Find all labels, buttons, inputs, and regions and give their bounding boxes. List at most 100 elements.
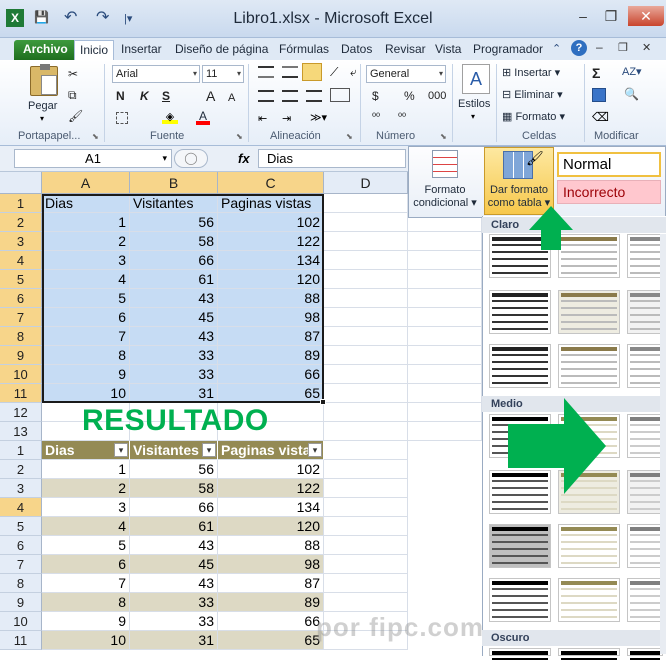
- table-style-swatch[interactable]: [558, 524, 620, 568]
- close-button[interactable]: ✕: [628, 6, 664, 26]
- cell[interactable]: 31: [130, 631, 218, 650]
- cell[interactable]: [324, 517, 408, 536]
- cell[interactable]: [324, 460, 408, 479]
- table-style-swatch[interactable]: [627, 524, 663, 568]
- cell[interactable]: [324, 536, 408, 555]
- cell[interactable]: 8: [42, 346, 130, 365]
- tab-archivo[interactable]: Archivo: [14, 40, 77, 60]
- fill-handle[interactable]: [320, 399, 326, 405]
- cell[interactable]: 58: [130, 232, 218, 251]
- table-style-swatch[interactable]: [627, 414, 663, 458]
- row-header[interactable]: 2: [0, 213, 42, 232]
- gallery-scrollbar[interactable]: [660, 234, 666, 654]
- column-header-b[interactable]: B: [130, 172, 218, 194]
- cell[interactable]: [324, 327, 408, 346]
- cell[interactable]: 45: [130, 555, 218, 574]
- cell[interactable]: Paginas vistas: [218, 194, 324, 213]
- align-top-icon[interactable]: [258, 66, 274, 78]
- cell[interactable]: [324, 498, 408, 517]
- cell[interactable]: 88: [218, 289, 324, 308]
- cell[interactable]: 5: [42, 536, 130, 555]
- cell[interactable]: 88: [218, 536, 324, 555]
- sort-filter-icon[interactable]: AZ▾: [622, 65, 642, 78]
- percent-button[interactable]: %: [404, 88, 415, 104]
- cell[interactable]: [324, 555, 408, 574]
- filter-dropdown-icon[interactable]: ▾: [114, 443, 128, 457]
- table-style-swatch[interactable]: [489, 524, 551, 568]
- tab-programador[interactable]: Programador: [468, 40, 548, 60]
- cell[interactable]: [324, 213, 408, 232]
- cell[interactable]: [324, 251, 408, 270]
- row-header[interactable]: 13: [0, 422, 42, 441]
- autosum-button[interactable]: Σ: [592, 65, 600, 81]
- copy-icon[interactable]: ⧉: [68, 87, 77, 103]
- cell[interactable]: 7: [42, 327, 130, 346]
- row-header[interactable]: 3: [0, 232, 42, 251]
- table-style-swatch[interactable]: [627, 290, 663, 334]
- row-header[interactable]: 10: [0, 612, 42, 631]
- cell[interactable]: 122: [218, 232, 324, 251]
- cell[interactable]: [324, 403, 408, 422]
- number-launcher-icon[interactable]: ⬊: [440, 132, 447, 141]
- row-header[interactable]: 11: [0, 384, 42, 403]
- cell[interactable]: 66: [218, 365, 324, 384]
- table-style-swatch[interactable]: [558, 344, 620, 388]
- cell[interactable]: [408, 327, 482, 346]
- cell[interactable]: 43: [130, 574, 218, 593]
- row-header[interactable]: 4: [0, 251, 42, 270]
- delete-cells-button[interactable]: ⊟ Eliminar ▾: [502, 88, 563, 101]
- row-header[interactable]: 9: [0, 346, 42, 365]
- cell[interactable]: 3: [42, 498, 130, 517]
- row-header[interactable]: 8: [0, 327, 42, 346]
- cell[interactable]: Visitantes: [130, 194, 218, 213]
- cell[interactable]: 134: [218, 498, 324, 517]
- table-style-swatch[interactable]: [627, 648, 663, 660]
- conditional-format-icon[interactable]: [432, 150, 458, 178]
- style-normal[interactable]: Normal: [557, 152, 661, 177]
- clear-icon[interactable]: ⌫: [592, 110, 609, 124]
- grow-font-button[interactable]: A: [206, 88, 215, 104]
- table-style-swatch[interactable]: [558, 578, 620, 622]
- cell[interactable]: 66: [218, 612, 324, 631]
- cell[interactable]: [408, 384, 482, 403]
- cell[interactable]: 56: [130, 460, 218, 479]
- doc-minimize-icon[interactable]: –: [596, 40, 603, 54]
- cell[interactable]: 58: [130, 479, 218, 498]
- clipboard-launcher-icon[interactable]: ⬊: [92, 132, 99, 141]
- table-style-swatch[interactable]: [489, 648, 551, 660]
- cell[interactable]: [324, 441, 408, 460]
- table-style-swatch[interactable]: [489, 578, 551, 622]
- font-size-combo[interactable]: 11 ▾: [202, 65, 244, 83]
- wrap-text-icon[interactable]: ⤶: [350, 65, 357, 80]
- formula-input[interactable]: Dias: [258, 149, 406, 168]
- ribbon-minimize-icon[interactable]: ⌃: [552, 42, 561, 55]
- cell[interactable]: 66: [130, 498, 218, 517]
- cell[interactable]: 5: [42, 289, 130, 308]
- cell[interactable]: [324, 289, 408, 308]
- column-header-d[interactable]: D: [324, 172, 408, 194]
- cell[interactable]: 120: [218, 517, 324, 536]
- cell[interactable]: 3: [42, 251, 130, 270]
- select-all-corner[interactable]: [0, 172, 42, 194]
- cell[interactable]: [324, 194, 408, 213]
- thousands-button[interactable]: 000: [428, 88, 446, 104]
- cell[interactable]: 65: [218, 384, 324, 403]
- cell[interactable]: 66: [130, 251, 218, 270]
- cell[interactable]: 9: [42, 612, 130, 631]
- row-header[interactable]: 3: [0, 479, 42, 498]
- cell[interactable]: [408, 365, 482, 384]
- row-header[interactable]: 10: [0, 365, 42, 384]
- cell[interactable]: 43: [130, 327, 218, 346]
- cell[interactable]: 33: [130, 365, 218, 384]
- styles-dropdown-icon[interactable]: ▾: [471, 112, 475, 121]
- tab-revisar[interactable]: Revisar: [380, 40, 431, 60]
- currency-button[interactable]: $: [372, 88, 379, 104]
- cell[interactable]: 134: [218, 251, 324, 270]
- align-left-icon[interactable]: [258, 90, 274, 102]
- insert-function-icon[interactable]: fx: [238, 151, 250, 166]
- align-center-icon[interactable]: [282, 90, 298, 102]
- text-direction-icon[interactable]: ≫▾: [310, 111, 327, 124]
- filter-dropdown-icon[interactable]: ▾: [202, 443, 216, 457]
- insert-cells-button[interactable]: ⊞ Insertar ▾: [502, 66, 560, 79]
- name-box[interactable]: A1 ▾: [14, 149, 172, 168]
